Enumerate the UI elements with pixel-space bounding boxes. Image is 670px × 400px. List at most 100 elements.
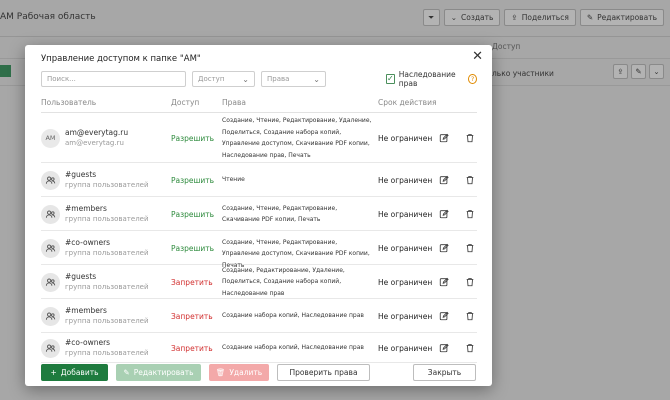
- share-label: Поделиться: [521, 13, 569, 22]
- edit-row-icon[interactable]: [439, 209, 449, 219]
- user-name: #members: [65, 306, 107, 315]
- rights-value: Создание, Редактирование, Удаление, Поде…: [222, 266, 345, 297]
- edit-row-icon[interactable]: [439, 175, 449, 185]
- col-rights: Права: [222, 98, 247, 107]
- table-header: Пользователь Доступ Права Срок действия: [41, 95, 477, 113]
- bg-header: AM Рабочая область ⏷ ⌄ Создать ⇪ Поделит…: [0, 0, 670, 36]
- table-row[interactable]: #members группа пользователей Разрешить Соз…: [41, 197, 477, 231]
- bg-edit-icon[interactable]: ✎: [631, 64, 646, 79]
- user-name: #guests: [65, 272, 97, 281]
- bg-divider: [0, 36, 670, 37]
- expiry-value: Не ограничен: [378, 311, 433, 321]
- bg-row-actions: ⇪ ✎ ⌄: [613, 64, 664, 79]
- chevron-down-icon: ⌄: [242, 74, 249, 84]
- chevron-down-icon: ⌄: [450, 13, 458, 22]
- col-expiry: Срок действия: [378, 98, 437, 107]
- user-subtitle: группа пользователей: [65, 215, 149, 223]
- table-row[interactable]: #guests группа пользователей Разрешить Чтен…: [41, 163, 477, 197]
- rights-select[interactable]: Права ⌄: [261, 71, 326, 87]
- group-icon: [41, 238, 60, 258]
- table-row[interactable]: #guests группа пользователей Запретить Созд…: [41, 265, 477, 299]
- access-value: Запретить: [171, 277, 213, 287]
- check-rights-label: Проверить права: [289, 368, 358, 377]
- add-label: Добавить: [60, 368, 99, 377]
- close-icon[interactable]: ✕: [472, 50, 483, 64]
- edit-row-icon[interactable]: [439, 277, 449, 287]
- close-label: Закрыть: [427, 368, 462, 377]
- group-icon: [41, 204, 60, 224]
- access-value: Разрешить: [171, 243, 215, 253]
- edit-row-icon[interactable]: [439, 343, 449, 353]
- access-value: Запретить: [171, 343, 213, 353]
- edit-rule-button[interactable]: ✎ Редактировать: [116, 364, 201, 381]
- share-button[interactable]: ⇪ Поделиться: [504, 9, 576, 26]
- delete-rule-button[interactable]: 🗑 Удалить: [209, 364, 269, 381]
- folder-icon: [0, 65, 11, 77]
- access-select[interactable]: Доступ ⌄: [192, 71, 255, 87]
- group-icon: [41, 272, 60, 292]
- table-row[interactable]: #co-owners группа пользователей Запретить С…: [41, 333, 477, 363]
- expiry-value: Не ограничен: [378, 277, 433, 287]
- bg-column-header: Доступ: [492, 42, 521, 51]
- help-icon[interactable]: ?: [468, 74, 477, 84]
- dialog-title: Управление доступом к папке "AM": [41, 54, 201, 64]
- dialog-footer: + Добавить ✎ Редактировать 🗑 Удалить Про…: [41, 364, 477, 382]
- trash-icon: 🗑: [215, 368, 226, 377]
- table-row[interactable]: AM am@everytag.ru am@everytag.ru Разрешить С…: [41, 113, 477, 163]
- table-row[interactable]: #co-owners группа пользователей Разрешить С…: [41, 231, 477, 269]
- edit-rule-label: Редактировать: [133, 368, 194, 377]
- check-rights-button[interactable]: Проверить права: [277, 364, 370, 381]
- delete-row-icon[interactable]: [465, 209, 475, 219]
- access-value: Разрешить: [171, 133, 215, 143]
- user-subtitle: группа пользователей: [65, 283, 149, 291]
- delete-row-icon[interactable]: [465, 175, 475, 185]
- user-subtitle: группа пользователей: [65, 317, 149, 325]
- rights-select-placeholder: Права: [267, 75, 290, 83]
- edit-label: Редактировать: [597, 13, 657, 22]
- create-button[interactable]: ⌄ Создать: [443, 9, 501, 26]
- expiry-value: Не ограничен: [378, 133, 433, 143]
- bg-row-text: лько участники: [492, 69, 554, 78]
- delete-row-icon[interactable]: [465, 277, 475, 287]
- search-input[interactable]: [41, 71, 186, 87]
- edit-row-icon[interactable]: [439, 133, 449, 143]
- user-subtitle: группа пользователей: [65, 349, 149, 357]
- pencil-icon: ✎: [123, 368, 130, 377]
- rights-value: Создание набора копий, Наследование прав: [222, 344, 364, 352]
- expiry-value: Не ограничен: [378, 175, 433, 185]
- pencil-icon: ✎: [586, 13, 594, 22]
- delete-row-icon[interactable]: [465, 243, 475, 253]
- share-icon: ⇪: [511, 13, 518, 22]
- col-user: Пользователь: [41, 98, 97, 107]
- group-icon: [41, 306, 60, 326]
- col-access: Доступ: [171, 98, 200, 107]
- plus-icon: +: [50, 368, 57, 377]
- edit-button[interactable]: ✎ Редактировать: [579, 9, 664, 26]
- expiry-value: Не ограничен: [378, 209, 433, 219]
- bg-share-icon[interactable]: ⇪: [613, 64, 628, 79]
- delete-row-icon[interactable]: [465, 311, 475, 321]
- edit-row-icon[interactable]: [439, 243, 449, 253]
- inherit-rights-label: Наследование прав: [398, 70, 456, 88]
- user-name: #co-owners: [65, 338, 111, 347]
- close-button[interactable]: Закрыть: [413, 364, 476, 381]
- add-button[interactable]: + Добавить: [41, 364, 108, 381]
- user-name: #guests: [65, 170, 97, 179]
- delete-rule-label: Удалить: [229, 368, 263, 377]
- table-row[interactable]: #members группа пользователей Запретить Соз…: [41, 299, 477, 333]
- access-value: Разрешить: [171, 175, 215, 185]
- bg-more-icon[interactable]: ⌄: [649, 64, 664, 79]
- access-select-placeholder: Доступ: [198, 75, 225, 83]
- filter-button[interactable]: ⏷: [422, 9, 440, 26]
- rights-value: Чтение: [222, 176, 245, 184]
- delete-row-icon[interactable]: [465, 343, 475, 353]
- filter-icon: ⏷: [428, 12, 435, 22]
- user-name: am@everytag.ru: [65, 128, 129, 137]
- inherit-rights-checkbox[interactable]: ✓: [386, 74, 395, 84]
- create-label: Создать: [461, 13, 494, 22]
- edit-row-icon[interactable]: [439, 311, 449, 321]
- group-icon: [41, 338, 60, 358]
- delete-row-icon[interactable]: [465, 133, 475, 143]
- rights-value: Создание набора копий, Наследование прав: [222, 312, 364, 320]
- access-value: Разрешить: [171, 209, 215, 219]
